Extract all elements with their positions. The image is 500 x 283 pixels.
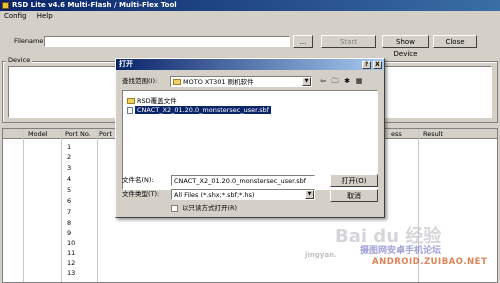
col-progress[interactable]: ess: [391, 129, 402, 139]
table-row: 1: [67, 143, 72, 151]
view-menu-icon[interactable]: ▦: [354, 76, 364, 86]
filename-input[interactable]: [44, 36, 290, 47]
window-title: RSD Lite v4.6 Multi-Flash / Multi-Flex T…: [12, 1, 177, 9]
new-folder-icon[interactable]: ✱: [342, 76, 352, 86]
dialog-close-button[interactable]: X: [373, 60, 382, 69]
menu-config[interactable]: Config: [4, 12, 26, 20]
show-device-button[interactable]: Show Device: [382, 35, 429, 58]
file-icon: [127, 106, 133, 114]
chevron-down-icon[interactable]: ▼: [305, 190, 314, 199]
dialog-title: 打开: [119, 60, 133, 68]
device-group-label: Device: [6, 55, 33, 65]
folder-icon: [173, 79, 181, 85]
table-row: 7: [67, 208, 72, 216]
table-row: 3: [67, 164, 72, 172]
dialog-help-button[interactable]: ?: [362, 60, 371, 69]
table-row: 2: [67, 153, 72, 161]
list-item[interactable]: RSD覆盖文件: [127, 97, 177, 106]
col-model[interactable]: Model: [28, 129, 48, 139]
open-file-dialog: 打开 ? X 查找范围(I): MOTO XT301 刷机软件 ▼ ⇦ 🗀 ✱ …: [115, 58, 385, 218]
table-row: 4: [67, 175, 72, 183]
table-row: 5: [67, 186, 72, 194]
menu-help[interactable]: Help: [37, 12, 53, 20]
menu-bar: Config Help: [0, 11, 500, 22]
up-folder-icon[interactable]: 🗀: [330, 76, 340, 86]
col-port[interactable]: Port: [99, 129, 112, 139]
chevron-down-icon[interactable]: ▼: [302, 77, 311, 86]
window-title-bar: RSD Lite v4.6 Multi-Flash / Multi-Flex T…: [0, 0, 500, 11]
filename-label: Filename: [14, 37, 44, 45]
table-row: 8: [67, 219, 72, 227]
filetype-select[interactable]: All Files (*.shx;*.sbf;*.hs) ▼: [171, 189, 315, 200]
partial-watermark: jingyan.: [305, 251, 337, 259]
table-row: 12: [67, 259, 76, 267]
table-row: 9: [67, 229, 72, 237]
look-in-label: 查找范围(I):: [122, 77, 158, 85]
open-button[interactable]: 打开(O): [330, 174, 378, 187]
list-item[interactable]: CNACT_X2_01.20.0_monstersec_user.sbf: [127, 105, 273, 115]
readonly-label: 以只读方式打开(R): [182, 204, 238, 212]
dialog-filename-label: 文件名(N):: [122, 176, 154, 184]
folder-icon: [127, 98, 135, 104]
browse-button[interactable]: ...: [293, 35, 313, 48]
filetype-label: 文件类型(T):: [122, 190, 160, 198]
back-icon[interactable]: ⇦: [318, 76, 328, 86]
look-in-combo[interactable]: MOTO XT301 刷机软件 ▼: [170, 76, 312, 87]
site-watermark-cn: 摄图网安卓手机论坛: [360, 246, 442, 256]
table-row: 13: [67, 269, 76, 277]
readonly-checkbox[interactable]: [171, 205, 178, 212]
dialog-filename-input[interactable]: CNACT_X2_01.20.0_monstersec_user.sbf: [171, 175, 315, 186]
site-watermark-en: ANDROID.ZUIBAO.NET: [372, 257, 488, 267]
cancel-button[interactable]: 取消: [330, 189, 378, 202]
close-button[interactable]: Close: [433, 35, 477, 48]
dialog-title-bar: 打开: [116, 59, 384, 70]
app-icon: [2, 2, 9, 9]
table-row: 6: [67, 197, 72, 205]
table-row: 11: [67, 249, 76, 257]
table-row: 10: [67, 239, 76, 247]
start-button[interactable]: Start: [321, 35, 376, 48]
col-port-no[interactable]: Port No.: [65, 129, 91, 139]
col-result[interactable]: Result: [423, 129, 443, 139]
